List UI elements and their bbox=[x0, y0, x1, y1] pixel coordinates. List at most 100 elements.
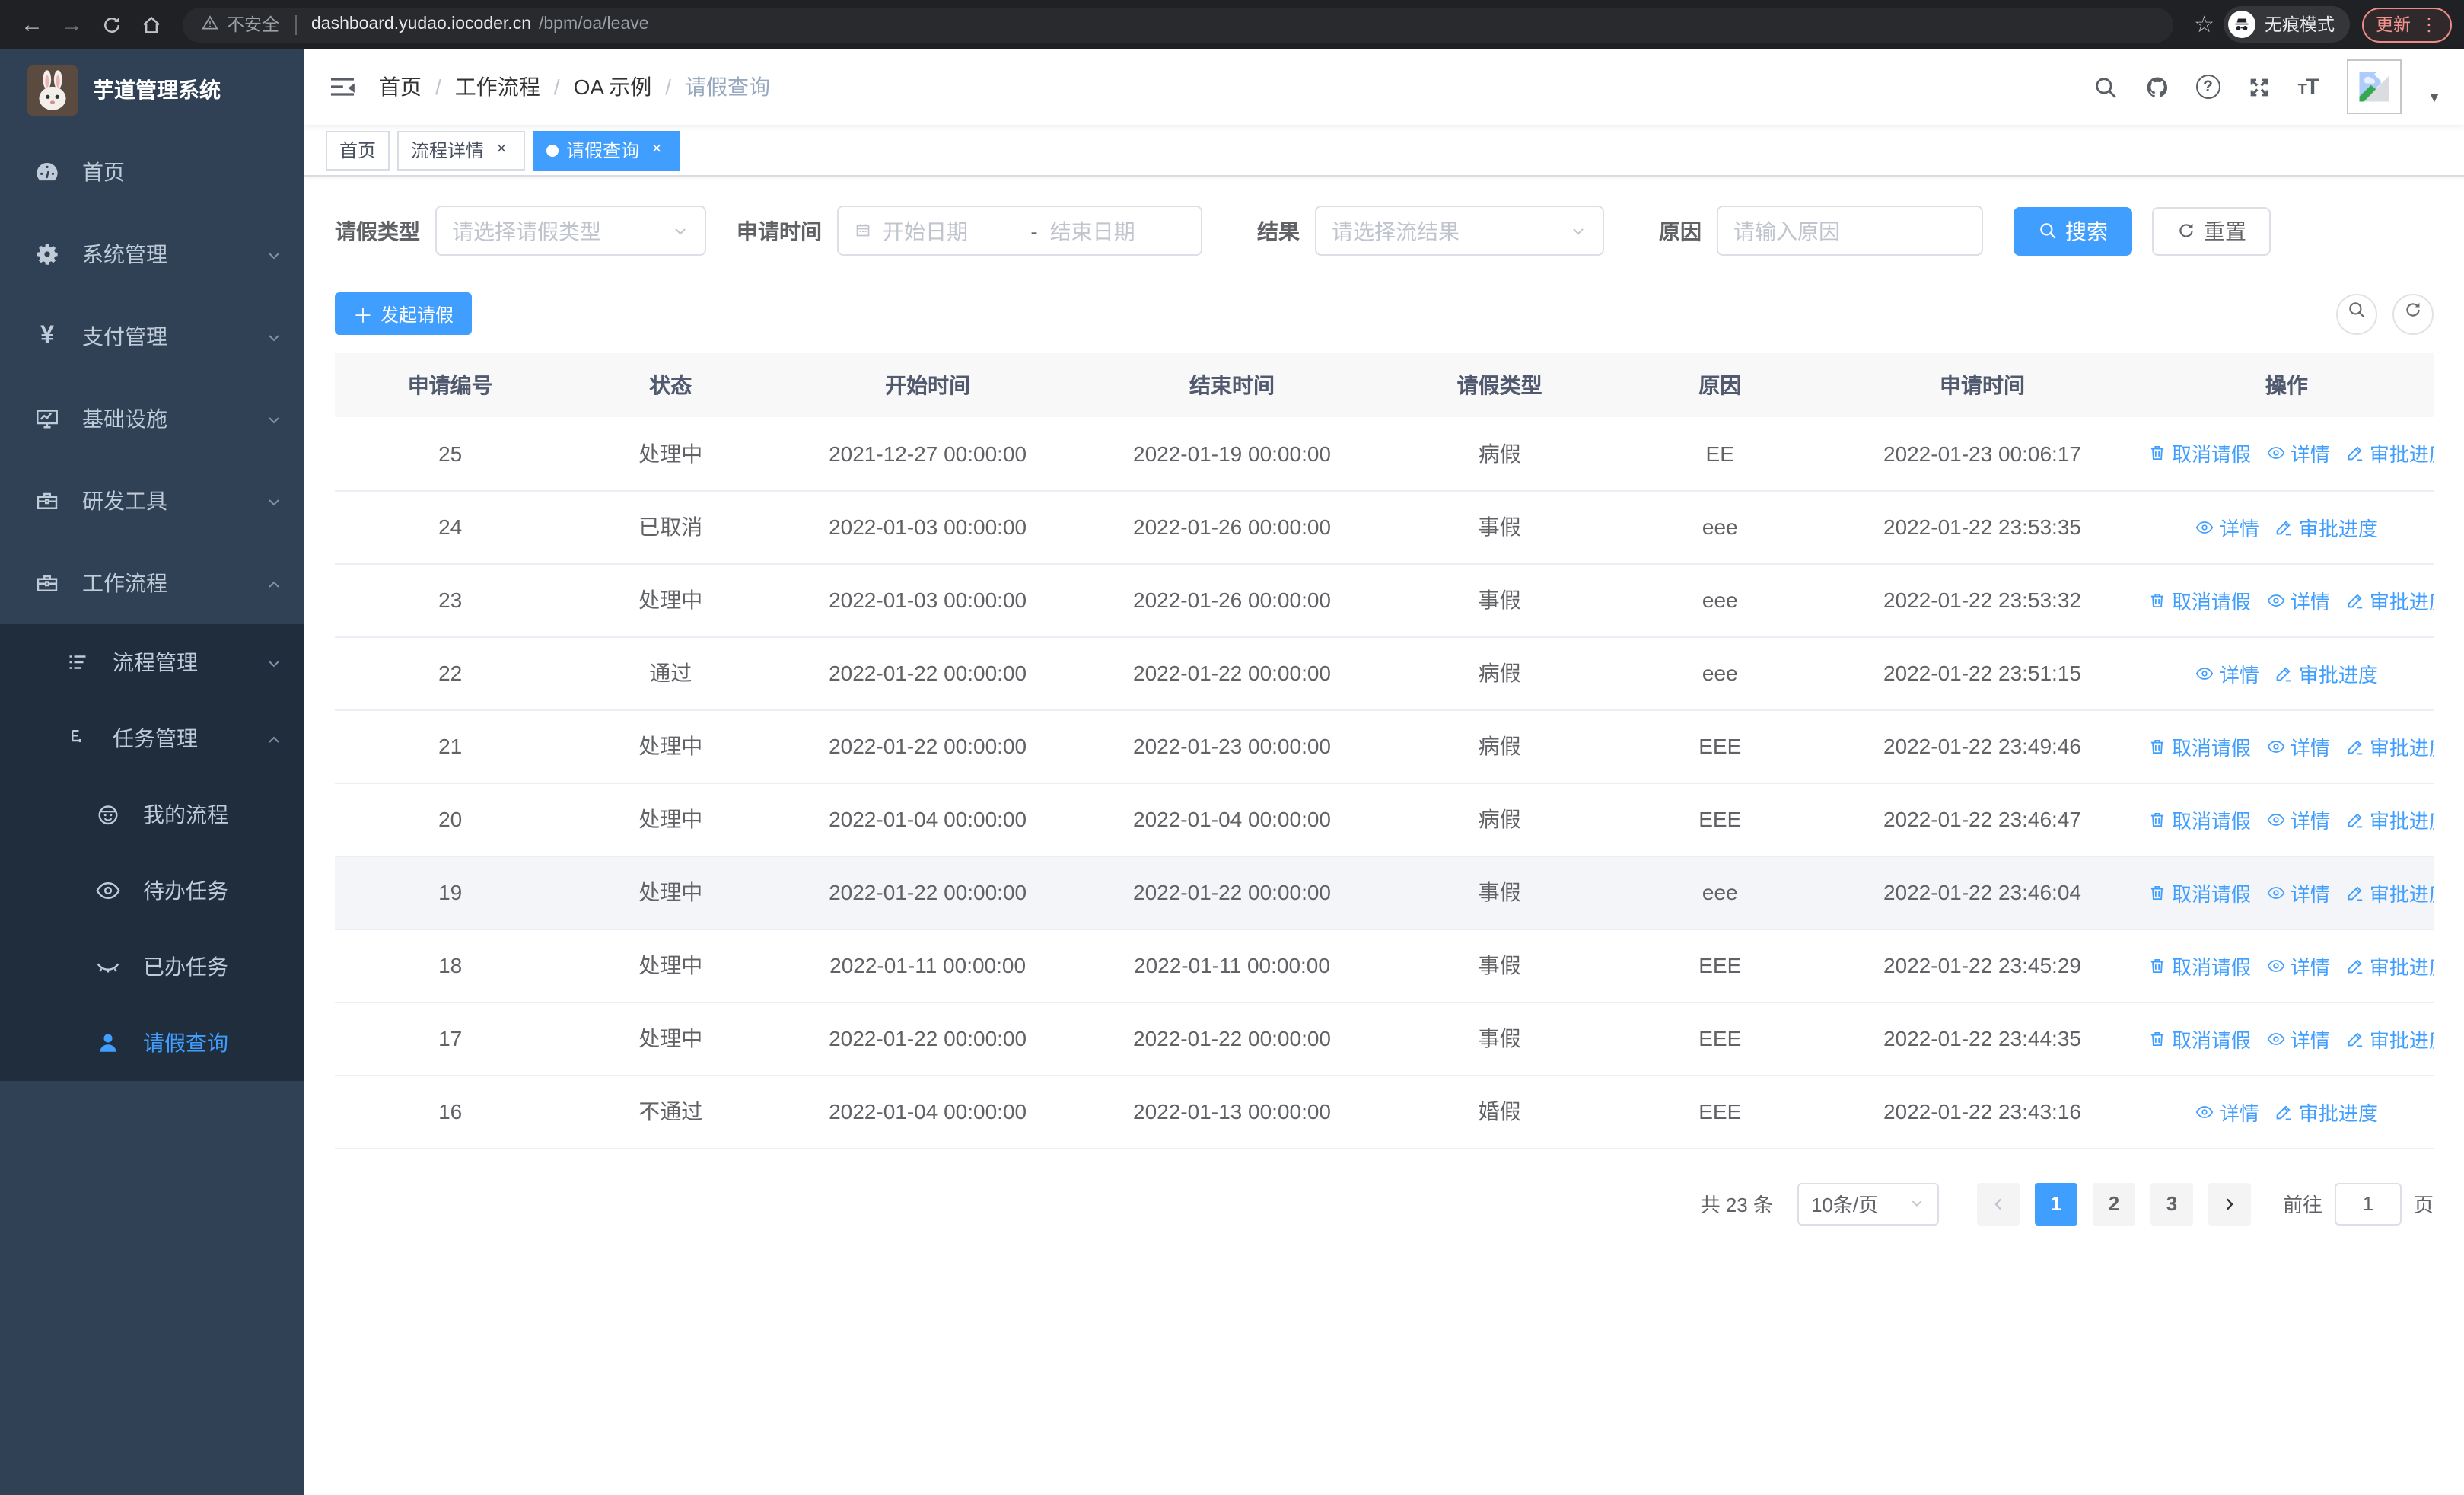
address-bar[interactable]: 不安全 dashboard.yudao.iocoder.cn/bpm/oa/le… bbox=[183, 7, 2173, 42]
cancel-leave-link[interactable]: 取消请假 bbox=[2147, 878, 2251, 907]
bookmark-star-icon[interactable]: ☆ bbox=[2194, 11, 2214, 38]
close-icon[interactable]: × bbox=[492, 140, 511, 160]
fullscreen-icon[interactable] bbox=[2246, 74, 2272, 100]
detail-link[interactable]: 详情 bbox=[2266, 439, 2330, 468]
date-range-separator: - bbox=[1030, 218, 1038, 243]
cell-end: 2022-01-23 00:00:00 bbox=[1080, 709, 1384, 783]
tab-leave-query[interactable]: 请假查询 × bbox=[533, 130, 681, 170]
progress-link[interactable]: 审批进度 bbox=[2275, 658, 2378, 687]
table-column-header: 申请时间 bbox=[1825, 353, 2140, 417]
sidebar: 芋道管理系统 首页系统管理 ¥ 支付管理 基础设施 研发工具 工作流程 流程管理 任务管理我… bbox=[0, 49, 304, 1495]
page-size-select[interactable]: 10条/页 bbox=[1797, 1182, 1939, 1225]
action-label: 详情 bbox=[2290, 809, 2330, 832]
goto-page-input[interactable] bbox=[2334, 1182, 2402, 1225]
progress-link[interactable]: 审批进度 bbox=[2345, 805, 2434, 834]
app-logo[interactable]: 芋道管理系统 bbox=[0, 49, 304, 131]
table-column-header: 请假类型 bbox=[1383, 353, 1616, 417]
sidebar-fold-icon[interactable] bbox=[327, 72, 358, 102]
progress-link[interactable]: 审批进度 bbox=[2345, 1024, 2434, 1053]
reason-input[interactable] bbox=[1733, 218, 1966, 243]
cell-actions: 取消请假 详情 审批进度 bbox=[2139, 709, 2434, 783]
reset-button[interactable]: 重置 bbox=[2152, 206, 2271, 255]
detail-link[interactable]: 详情 bbox=[2195, 1097, 2259, 1126]
progress-link[interactable]: 审批进度 bbox=[2345, 732, 2434, 760]
result-select[interactable]: 请选择流结果 bbox=[1315, 206, 1604, 256]
breadcrumb-separator: / bbox=[665, 75, 672, 99]
breadcrumb-item[interactable]: OA 示例 bbox=[574, 72, 652, 102]
cancel-leave-link[interactable]: 取消请假 bbox=[2147, 585, 2251, 614]
sidebar-item-task-mgmt[interactable]: 任务管理 bbox=[0, 700, 304, 776]
plus-icon: ＋ bbox=[353, 304, 374, 327]
question-icon[interactable]: ? bbox=[2195, 75, 2220, 99]
search-icon[interactable] bbox=[2093, 74, 2119, 100]
detail-link[interactable]: 详情 bbox=[2266, 1024, 2330, 1053]
detail-link[interactable]: 详情 bbox=[2195, 512, 2259, 541]
cancel-leave-link[interactable]: 取消请假 bbox=[2147, 439, 2251, 468]
cancel-leave-link[interactable]: 取消请假 bbox=[2147, 805, 2251, 834]
progress-link[interactable]: 审批进度 bbox=[2345, 585, 2434, 614]
sidebar-item-label: 首页 bbox=[82, 160, 125, 184]
detail-link[interactable]: 详情 bbox=[2266, 805, 2330, 834]
eye-icon bbox=[2266, 1028, 2286, 1048]
sidebar-item-workflow[interactable]: 工作流程 bbox=[0, 542, 304, 624]
detail-link[interactable]: 详情 bbox=[2266, 878, 2330, 907]
page-button-3[interactable]: 3 bbox=[2150, 1182, 2193, 1225]
cell-end: 2022-01-13 00:00:00 bbox=[1080, 1075, 1384, 1149]
tab-process-detail[interactable]: 流程详情 × bbox=[397, 130, 526, 170]
prev-page-button[interactable] bbox=[1976, 1182, 2020, 1225]
github-icon[interactable] bbox=[2144, 74, 2170, 100]
cancel-leave-link[interactable]: 取消请假 bbox=[2147, 1024, 2251, 1053]
sidebar-item-payment[interactable]: ¥ 支付管理 bbox=[0, 295, 304, 378]
detail-link[interactable]: 详情 bbox=[2195, 658, 2259, 687]
sidebar-item-process-mgmt[interactable]: 流程管理 bbox=[0, 624, 304, 700]
search-button[interactable]: 搜索 bbox=[2014, 206, 2132, 255]
page-button-1[interactable]: 1 bbox=[2034, 1182, 2077, 1225]
browser-back-icon[interactable]: ← bbox=[12, 5, 52, 44]
refresh-table-button[interactable] bbox=[2392, 293, 2434, 334]
close-icon[interactable]: × bbox=[647, 140, 667, 160]
reason-label: 原因 bbox=[1659, 218, 1702, 243]
action-label: 取消请假 bbox=[2171, 955, 2251, 978]
progress-link[interactable]: 审批进度 bbox=[2345, 439, 2434, 468]
breadcrumb-item[interactable]: 工作流程 bbox=[455, 72, 540, 102]
next-page-button[interactable] bbox=[2208, 1182, 2251, 1225]
text-size-icon[interactable]: TT bbox=[2298, 74, 2320, 100]
detail-link[interactable]: 详情 bbox=[2266, 585, 2330, 614]
progress-link[interactable]: 审批进度 bbox=[2345, 951, 2434, 980]
sidebar-item-todo-tasks[interactable]: 待办任务 bbox=[0, 853, 304, 929]
browser-home-icon[interactable] bbox=[131, 5, 170, 44]
sidebar-item-system[interactable]: 系统管理 bbox=[0, 213, 304, 295]
leave-type-select[interactable]: 请选择请假类型 bbox=[435, 206, 706, 256]
action-label: 详情 bbox=[2219, 1101, 2259, 1124]
show-search-toggle-button[interactable] bbox=[2336, 293, 2377, 334]
sidebar-item-infra[interactable]: 基础设施 bbox=[0, 378, 304, 460]
cancel-leave-link[interactable]: 取消请假 bbox=[2147, 951, 2251, 980]
progress-link[interactable]: 审批进度 bbox=[2275, 1097, 2378, 1126]
cell-start: 2022-01-04 00:00:00 bbox=[775, 1075, 1081, 1149]
create-leave-button[interactable]: ＋ 发起请假 bbox=[335, 292, 473, 335]
progress-link[interactable]: 审批进度 bbox=[2345, 878, 2434, 907]
detail-link[interactable]: 详情 bbox=[2266, 732, 2330, 760]
sidebar-item-home[interactable]: 首页 bbox=[0, 131, 304, 213]
browser-forward-icon[interactable]: → bbox=[52, 5, 91, 44]
sidebar-item-leave-query[interactable]: 请假查询 bbox=[0, 1005, 304, 1081]
browser-reload-icon[interactable] bbox=[91, 5, 131, 44]
browser-update-button[interactable]: 更新 ⋮ bbox=[2362, 7, 2452, 42]
progress-link[interactable]: 审批进度 bbox=[2275, 512, 2378, 541]
breadcrumb-item[interactable]: 首页 bbox=[379, 72, 422, 102]
sidebar-item-done-tasks[interactable]: 已办任务 bbox=[0, 929, 304, 1005]
logo-rabbit-image bbox=[27, 65, 78, 115]
sidebar-item-my-process[interactable]: 我的流程 bbox=[0, 776, 304, 853]
page-button-2[interactable]: 2 bbox=[2092, 1182, 2135, 1225]
avatar-caret-down-icon[interactable]: ▼ bbox=[2427, 90, 2441, 105]
user-avatar[interactable] bbox=[2347, 59, 2402, 114]
chevron-down-icon bbox=[265, 653, 283, 671]
cell-actions: 取消请假 详情 审批进度 bbox=[2139, 417, 2434, 491]
menu-dots-icon[interactable]: ⋮ bbox=[2420, 14, 2438, 35]
tab-home[interactable]: 首页 bbox=[326, 130, 390, 170]
cancel-leave-link[interactable]: 取消请假 bbox=[2147, 732, 2251, 760]
sidebar-item-devtools[interactable]: 研发工具 bbox=[0, 460, 304, 542]
detail-link[interactable]: 详情 bbox=[2266, 951, 2330, 980]
cell-reason: EE bbox=[1615, 417, 1826, 491]
apply-time-range-picker[interactable]: 开始日期 - 结束日期 bbox=[837, 206, 1202, 256]
